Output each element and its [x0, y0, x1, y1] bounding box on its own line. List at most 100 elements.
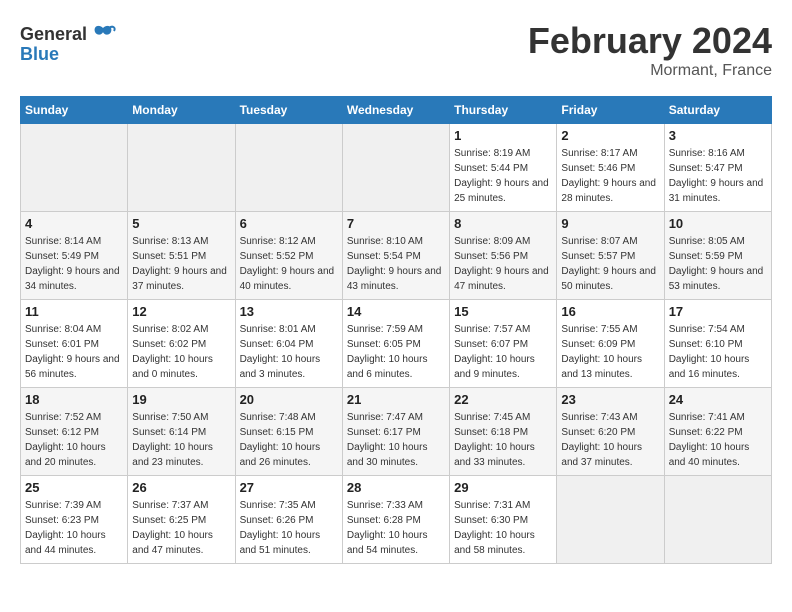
day-number: 11: [25, 304, 123, 319]
day-info: Sunrise: 8:12 AMSunset: 5:52 PMDaylight:…: [240, 234, 338, 294]
table-row: 14 Sunrise: 7:59 AMSunset: 6:05 PMDayligh…: [342, 300, 449, 388]
day-number: 28: [347, 480, 445, 495]
table-row: 11 Sunrise: 8:04 AMSunset: 6:01 PMDayligh…: [21, 300, 128, 388]
day-info: Sunrise: 7:55 AMSunset: 6:09 PMDaylight:…: [561, 322, 659, 382]
table-row: 28Sunrise: 7:33 AMSunset: 6:28 PMDayligh…: [342, 476, 449, 564]
day-info: Sunrise: 7:47 AMSunset: 6:17 PMDaylight:…: [347, 410, 445, 470]
day-number: 24: [669, 392, 767, 407]
day-info: Sunrise: 7:45 AMSunset: 6:18 PMDaylight:…: [454, 410, 552, 470]
day-number: 26: [132, 480, 230, 495]
week-row-2: 4Sunrise: 8:14 AMSunset: 5:49 PMDaylight…: [21, 212, 772, 300]
day-info: Sunrise: 7:54 AMSunset: 6:10 PMDaylight:…: [669, 322, 767, 382]
day-number: 15: [454, 304, 552, 319]
table-row: 7 Sunrise: 8:10 AMSunset: 5:54 PMDaylight…: [342, 212, 449, 300]
table-row: 10 Sunrise: 8:05 AMSunset: 5:59 PMDayligh…: [664, 212, 771, 300]
table-row: [235, 124, 342, 212]
table-row: 25 Sunrise: 7:39 AMSunset: 6:23 PMDayligh…: [21, 476, 128, 564]
day-info: Sunrise: 7:48 AMSunset: 6:15 PMDaylight:…: [240, 410, 338, 470]
day-info: Sunrise: 8:05 AMSunset: 5:59 PMDaylight:…: [669, 234, 767, 294]
day-number: 25: [25, 480, 123, 495]
day-info: Sunrise: 8:09 AMSunset: 5:56 PMDaylight:…: [454, 234, 552, 294]
table-row: 17 Sunrise: 7:54 AMSunset: 6:10 PMDayligh…: [664, 300, 771, 388]
table-row: 29Sunrise: 7:31 AMSunset: 6:30 PMDayligh…: [450, 476, 557, 564]
day-info: Sunrise: 7:59 AMSunset: 6:05 PMDaylight:…: [347, 322, 445, 382]
calendar-subtitle: Mormant, France: [528, 62, 772, 80]
logo-bird-icon: [89, 20, 117, 48]
day-number: 20: [240, 392, 338, 407]
day-info: Sunrise: 7:35 AMSunset: 6:26 PMDaylight:…: [240, 498, 338, 558]
logo-text-general: General: [20, 24, 87, 45]
week-row-5: 25 Sunrise: 7:39 AMSunset: 6:23 PMDayligh…: [21, 476, 772, 564]
table-row: 21 Sunrise: 7:47 AMSunset: 6:17 PMDayligh…: [342, 388, 449, 476]
day-number: 22: [454, 392, 552, 407]
table-row: 20 Sunrise: 7:48 AMSunset: 6:15 PMDayligh…: [235, 388, 342, 476]
header-sunday: Sunday: [21, 97, 128, 124]
table-row: 22 Sunrise: 7:45 AMSunset: 6:18 PMDayligh…: [450, 388, 557, 476]
table-row: 6 Sunrise: 8:12 AMSunset: 5:52 PMDaylight…: [235, 212, 342, 300]
day-number: 19: [132, 392, 230, 407]
weekday-header-row: Sunday Monday Tuesday Wednesday Thursday…: [21, 97, 772, 124]
table-row: 5 Sunrise: 8:13 AMSunset: 5:51 PMDaylight…: [128, 212, 235, 300]
day-info: Sunrise: 8:19 AMSunset: 5:44 PMDaylight:…: [454, 146, 552, 206]
table-row: [342, 124, 449, 212]
week-row-1: 1 Sunrise: 8:19 AMSunset: 5:44 PMDaylight…: [21, 124, 772, 212]
table-row: [664, 476, 771, 564]
header-friday: Friday: [557, 97, 664, 124]
day-number: 27: [240, 480, 338, 495]
table-row: 3Sunrise: 8:16 AMSunset: 5:47 PMDaylight…: [664, 124, 771, 212]
table-row: 19 Sunrise: 7:50 AMSunset: 6:14 PMDayligh…: [128, 388, 235, 476]
day-info: Sunrise: 7:43 AMSunset: 6:20 PMDaylight:…: [561, 410, 659, 470]
logo-text-blue: Blue: [20, 44, 59, 65]
day-number: 5: [132, 216, 230, 231]
table-row: 16 Sunrise: 7:55 AMSunset: 6:09 PMDayligh…: [557, 300, 664, 388]
day-info: Sunrise: 8:13 AMSunset: 5:51 PMDaylight:…: [132, 234, 230, 294]
day-number: 21: [347, 392, 445, 407]
day-info: Sunrise: 7:57 AMSunset: 6:07 PMDaylight:…: [454, 322, 552, 382]
week-row-3: 11 Sunrise: 8:04 AMSunset: 6:01 PMDayligh…: [21, 300, 772, 388]
table-row: 18 Sunrise: 7:52 AMSunset: 6:12 PMDayligh…: [21, 388, 128, 476]
day-number: 7: [347, 216, 445, 231]
header-monday: Monday: [128, 97, 235, 124]
day-number: 3: [669, 128, 767, 143]
logo: General Blue: [20, 20, 117, 65]
day-number: 17: [669, 304, 767, 319]
day-number: 10: [669, 216, 767, 231]
title-area: February 2024 Mormant, France: [528, 20, 772, 80]
week-row-4: 18 Sunrise: 7:52 AMSunset: 6:12 PMDayligh…: [21, 388, 772, 476]
header-thursday: Thursday: [450, 97, 557, 124]
day-info: Sunrise: 8:14 AMSunset: 5:49 PMDaylight:…: [25, 234, 123, 294]
day-number: 23: [561, 392, 659, 407]
table-row: 8Sunrise: 8:09 AMSunset: 5:56 PMDaylight…: [450, 212, 557, 300]
table-row: 23 Sunrise: 7:43 AMSunset: 6:20 PMDayligh…: [557, 388, 664, 476]
day-number: 16: [561, 304, 659, 319]
day-number: 14: [347, 304, 445, 319]
table-row: 1 Sunrise: 8:19 AMSunset: 5:44 PMDaylight…: [450, 124, 557, 212]
day-number: 6: [240, 216, 338, 231]
day-number: 1: [454, 128, 552, 143]
table-row: 4Sunrise: 8:14 AMSunset: 5:49 PMDaylight…: [21, 212, 128, 300]
day-info: Sunrise: 7:52 AMSunset: 6:12 PMDaylight:…: [25, 410, 123, 470]
table-row: [128, 124, 235, 212]
day-number: 2: [561, 128, 659, 143]
day-info: Sunrise: 8:17 AMSunset: 5:46 PMDaylight:…: [561, 146, 659, 206]
calendar-table: Sunday Monday Tuesday Wednesday Thursday…: [20, 96, 772, 564]
table-row: 9 Sunrise: 8:07 AMSunset: 5:57 PMDaylight…: [557, 212, 664, 300]
table-row: 15 Sunrise: 7:57 AMSunset: 6:07 PMDayligh…: [450, 300, 557, 388]
day-number: 9: [561, 216, 659, 231]
page-header: General Blue February 2024 Mormant, Fran…: [20, 20, 772, 80]
table-row: 13Sunrise: 8:01 AMSunset: 6:04 PMDayligh…: [235, 300, 342, 388]
day-number: 18: [25, 392, 123, 407]
day-info: Sunrise: 8:07 AMSunset: 5:57 PMDaylight:…: [561, 234, 659, 294]
header-tuesday: Tuesday: [235, 97, 342, 124]
day-info: Sunrise: 8:02 AMSunset: 6:02 PMDaylight:…: [132, 322, 230, 382]
table-row: 12 Sunrise: 8:02 AMSunset: 6:02 PMDayligh…: [128, 300, 235, 388]
day-number: 12: [132, 304, 230, 319]
day-info: Sunrise: 7:41 AMSunset: 6:22 PMDaylight:…: [669, 410, 767, 470]
day-number: 13: [240, 304, 338, 319]
day-info: Sunrise: 7:39 AMSunset: 6:23 PMDaylight:…: [25, 498, 123, 558]
table-row: [21, 124, 128, 212]
day-info: Sunrise: 7:37 AMSunset: 6:25 PMDaylight:…: [132, 498, 230, 558]
day-info: Sunrise: 7:50 AMSunset: 6:14 PMDaylight:…: [132, 410, 230, 470]
day-info: Sunrise: 8:04 AMSunset: 6:01 PMDaylight:…: [25, 322, 123, 382]
day-info: Sunrise: 8:10 AMSunset: 5:54 PMDaylight:…: [347, 234, 445, 294]
